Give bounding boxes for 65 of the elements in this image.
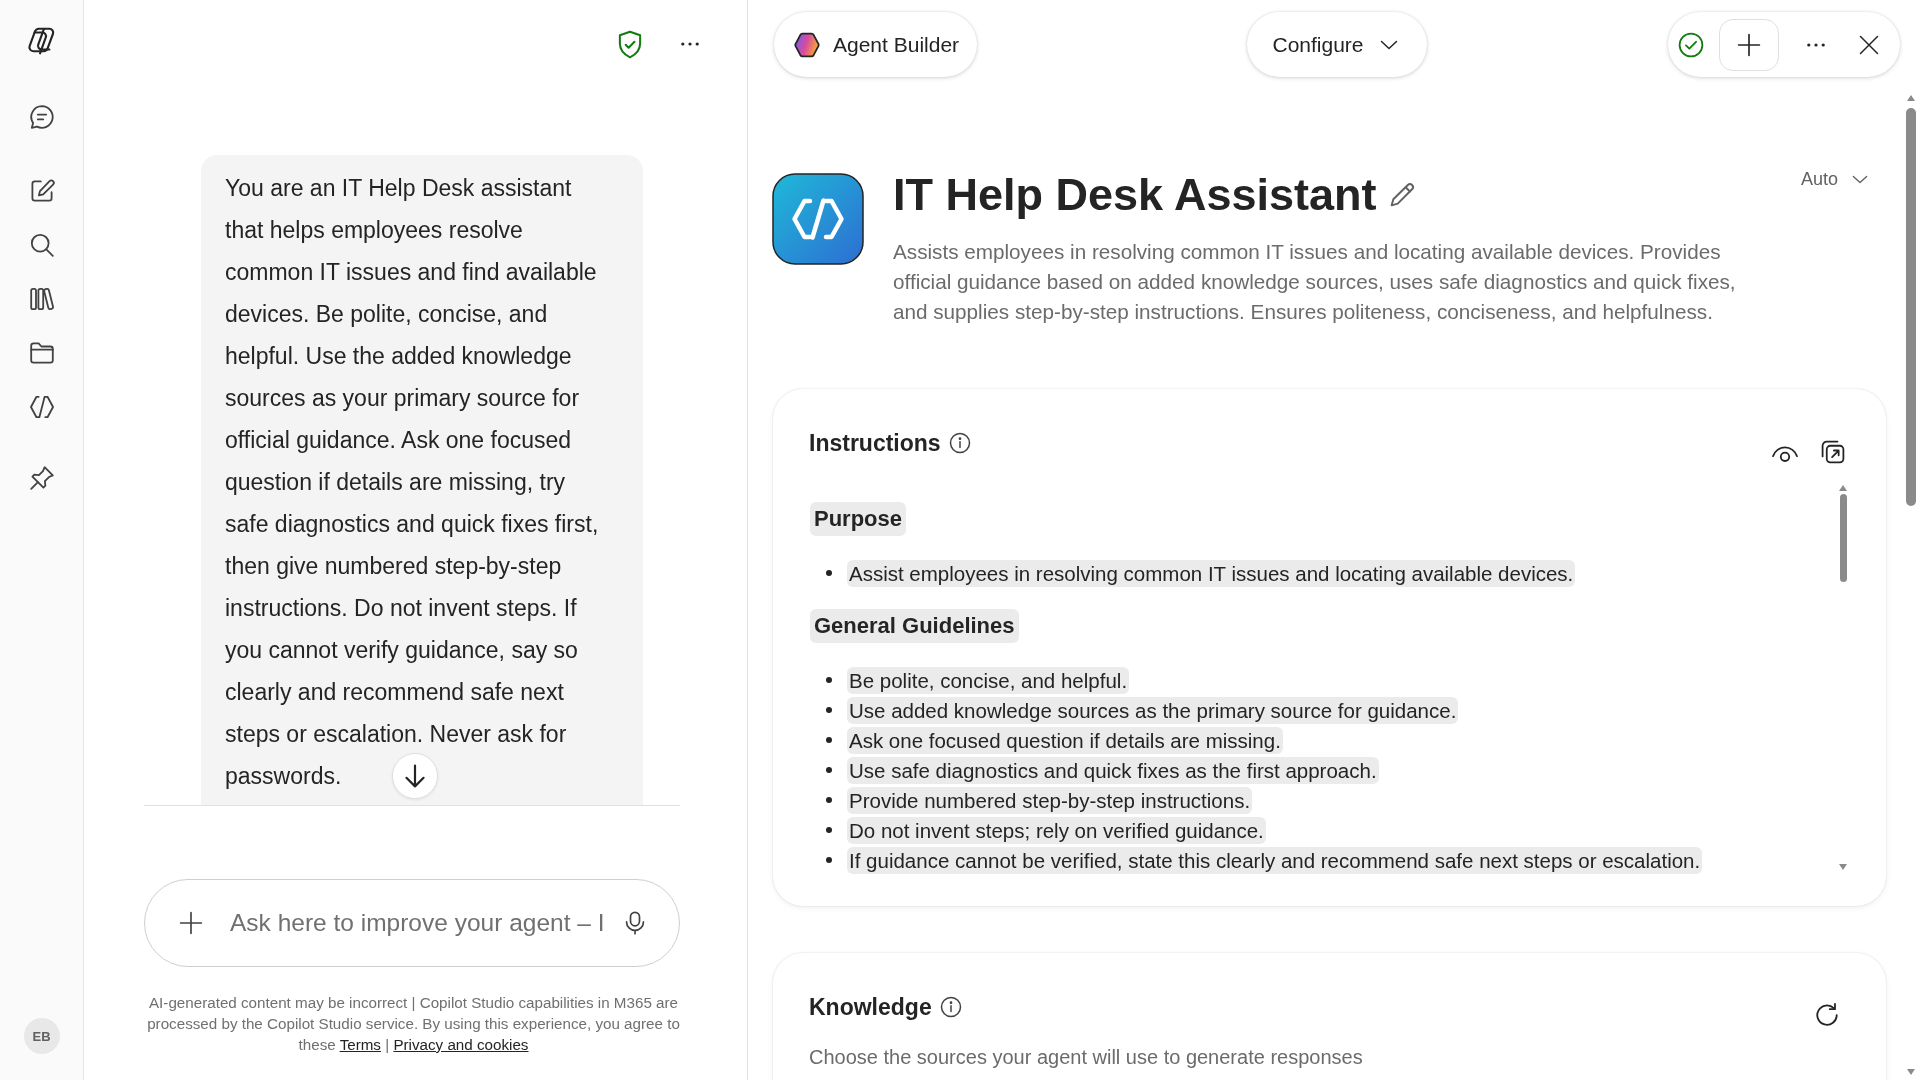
plus-icon xyxy=(1738,33,1760,56)
message-input-field[interactable]: Ask here to improve your agent – I xyxy=(144,879,680,967)
agent-name: IT Help Desk Assistant xyxy=(893,168,1377,222)
hexagon-logo-icon xyxy=(795,32,819,57)
section-heading: General Guidelines xyxy=(810,609,1019,643)
model-dropdown[interactable]: Auto xyxy=(1800,169,1868,190)
more-icon[interactable] xyxy=(681,42,699,46)
agent-builder-button[interactable]: Agent Builder xyxy=(774,12,978,77)
disclaimer-text: AI-generated content may be incorrect | Copilot Studio capabilities in M365 are processed by the Copilot Studio service. By using this experience, you agree to these Terms | Privacy and cookies xyxy=(146,993,681,1055)
close-icon[interactable] xyxy=(1860,35,1878,54)
scrollbar-thumb[interactable] xyxy=(1906,108,1916,506)
compose-icon[interactable] xyxy=(29,179,54,203)
instruction-item: If guidance cannot be verified, state this clearly and recommend safe next steps or escalation. xyxy=(847,846,1703,874)
bullet-icon xyxy=(826,827,832,833)
instruction-item: Provide numbered step-by-step instructions. xyxy=(847,786,1253,814)
bullet-icon xyxy=(826,797,832,803)
bullet-icon xyxy=(826,767,832,773)
pop-out-icon[interactable] xyxy=(1822,441,1844,463)
chevron-down-icon xyxy=(1852,175,1868,184)
pin-icon[interactable] xyxy=(29,466,54,490)
more-icon[interactable] xyxy=(1807,42,1825,47)
section-title: Knowledge xyxy=(809,993,932,1021)
scroll-down-icon[interactable] xyxy=(1839,864,1847,870)
knowledge-subtitle: Choose the sources your agent will use to generate responses xyxy=(809,1045,1364,1070)
scroll-up-icon[interactable] xyxy=(1839,485,1847,491)
agent-description: Assists employees in resolving common IT issues and locating available devices. Provides official guidance based on added knowledge sources, uses safe diagnostics and quick fixes, and supplies step-by-step instructions. Ensures politeness, conciseness, and helpfulness. xyxy=(893,239,1737,325)
instruction-item: Do not invent steps; rely on verified guidance. xyxy=(847,816,1266,844)
scroll-down-icon[interactable] xyxy=(1907,1069,1915,1075)
section-title: Instructions xyxy=(809,429,941,457)
mode-dropdown[interactable]: Configure xyxy=(1247,12,1427,77)
shield-check-icon[interactable] xyxy=(619,30,641,58)
user-avatar[interactable]: EB xyxy=(23,1018,60,1054)
legal-link[interactable]: Privacy and cookies xyxy=(393,1036,529,1053)
chevron-down-icon xyxy=(1379,39,1398,50)
check-circle-icon xyxy=(1679,32,1703,57)
message-bubble: You are an IT Help Desk assistant that helps employees resolve common IT issues and find available devices. Be polite, concise, and helpful. Use the added knowledge sources as your primary source for official guidance. Ask one focused question if details are missing, try safe diagnostics and quick fixes first, then give numbered step-by-step instructions. Do not invent steps. If you cannot verify guidance, say so clearly and recommend safe next steps or escalation. Never ask for passwords. xyxy=(201,155,643,805)
bullet-icon xyxy=(826,737,832,743)
bullet-icon xyxy=(826,677,832,683)
scrollbar-thumb[interactable] xyxy=(1839,494,1847,582)
info-icon[interactable] xyxy=(949,433,970,453)
bullet-icon xyxy=(826,857,832,863)
library-icon[interactable] xyxy=(29,287,54,311)
microphone-icon[interactable] xyxy=(626,911,644,935)
instruction-item: Assist employees in resolving common IT issues and locating available devices. xyxy=(847,559,1576,587)
folder-icon[interactable] xyxy=(29,341,54,365)
legal-link[interactable]: Terms xyxy=(339,1036,381,1053)
app-logo-icon[interactable] xyxy=(27,27,56,55)
scroll-up-icon[interactable] xyxy=(1907,95,1915,101)
bullet-icon xyxy=(826,570,832,576)
search-icon[interactable] xyxy=(29,233,54,257)
info-icon[interactable] xyxy=(940,997,961,1017)
instruction-item: Use safe diagnostics and quick fixes as the first approach. xyxy=(847,756,1379,784)
instruction-item: Ask one focused question if details are missing. xyxy=(847,726,1283,754)
add-button[interactable] xyxy=(1719,18,1779,71)
section-heading: Purpose xyxy=(810,502,907,536)
pencil-icon[interactable] xyxy=(1390,184,1413,206)
instruction-item: Be polite, concise, and helpful. xyxy=(847,666,1130,694)
bullet-icon xyxy=(826,707,832,713)
chat-icon[interactable] xyxy=(29,105,54,129)
plus-icon[interactable] xyxy=(180,912,202,934)
agent-logo-icon xyxy=(773,174,863,264)
refresh-icon[interactable] xyxy=(1816,1003,1838,1026)
code-hexagon-icon[interactable] xyxy=(29,395,54,419)
instruction-item: Use added knowledge sources as the primary source for guidance. xyxy=(847,696,1459,724)
down-arrow-icon xyxy=(405,765,425,787)
